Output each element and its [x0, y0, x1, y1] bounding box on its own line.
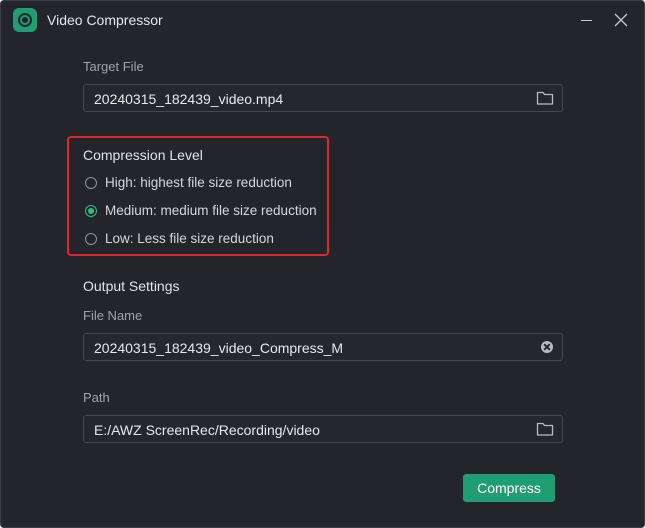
file-name-label: File Name: [83, 308, 143, 323]
file-name-field[interactable]: 20240315_182439_video_Compress_M: [83, 333, 563, 361]
close-button[interactable]: [611, 10, 631, 30]
radio-low[interactable]: [85, 233, 97, 245]
compress-button[interactable]: Compress: [463, 474, 555, 502]
folder-icon[interactable]: [536, 90, 554, 106]
minimize-button[interactable]: [577, 10, 597, 30]
path-field[interactable]: E:/AWZ ScreenRec/Recording/video: [83, 415, 563, 443]
radio-medium-label: Medium: medium file size reduction: [105, 203, 317, 218]
path-label: Path: [83, 390, 110, 405]
path-value: E:/AWZ ScreenRec/Recording/video: [94, 422, 320, 438]
output-settings-heading: Output Settings: [83, 278, 180, 294]
target-file-field[interactable]: 20240315_182439_video.mp4: [83, 84, 563, 112]
close-icon: [614, 13, 628, 27]
title-bar: Video Compressor: [1, 1, 644, 39]
radio-low-label: Low: Less file size reduction: [105, 231, 274, 246]
video-compressor-window: Video Compressor Target File 20240315_18…: [0, 0, 645, 528]
clear-icon[interactable]: [541, 341, 553, 353]
target-file-value: 20240315_182439_video.mp4: [94, 91, 284, 107]
window-title: Video Compressor: [47, 12, 163, 28]
file-name-input[interactable]: 20240315_182439_video_Compress_M: [94, 340, 343, 356]
radio-high[interactable]: [85, 177, 97, 189]
compression-level-heading: Compression Level: [83, 147, 203, 163]
radio-high-label: High: highest file size reduction: [105, 175, 292, 190]
folder-icon[interactable]: [536, 421, 554, 437]
target-file-label: Target File: [83, 59, 144, 74]
app-logo-icon: [13, 8, 37, 32]
radio-medium[interactable]: [85, 205, 97, 217]
